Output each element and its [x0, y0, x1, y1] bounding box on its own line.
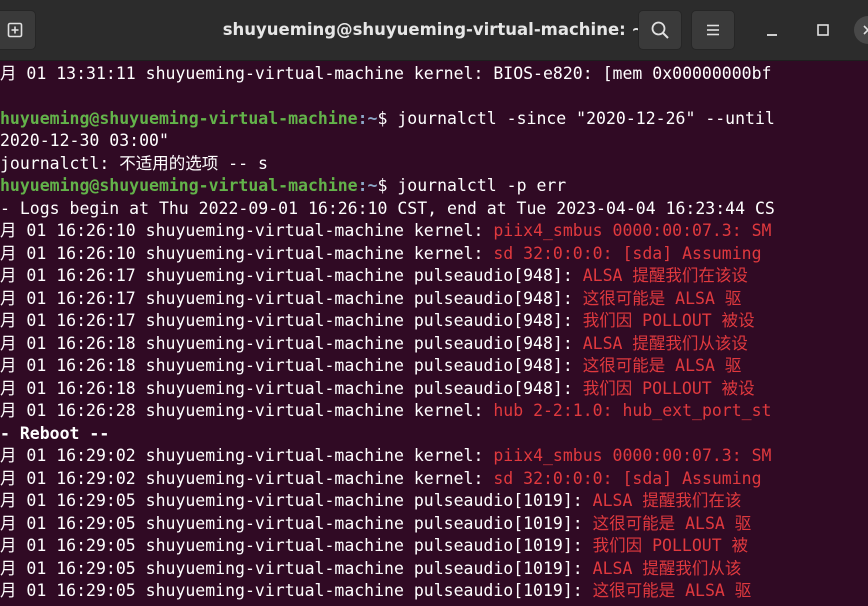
error-message: 我们因 POLLOUT 被设 — [582, 311, 755, 330]
terminal-line: 月 01 16:26:17 shuyueming-virtual-machine… — [0, 310, 755, 333]
line-text: 月 01 16:26:17 shuyueming-virtual-machine… — [0, 288, 583, 308]
terminal-line: 月 01 16:26:10 shuyueming-virtual-machine… — [0, 220, 771, 243]
line-text: 2020-12-30 03:00" — [0, 131, 169, 150]
terminal-output[interactable]: 月 01 13:31:11 shuyueming-virtual-machine… — [0, 61, 868, 606]
line-text: - Logs begin at Thu 2022-09-01 16:26:10 … — [0, 198, 775, 218]
error-message: 这很可能是 ALSA 驱 — [582, 288, 742, 308]
line-text: 月 01 16:29:02 shuyueming-virtual-machine… — [0, 446, 494, 465]
new-tab-button[interactable] — [0, 10, 36, 50]
line-text: $ journalctl -p err — [377, 176, 567, 195]
error-message: sd 32:0:0:0: [sda] Assuming — [493, 243, 762, 263]
line-text: 月 01 13:31:11 shuyueming-virtual-machine… — [0, 63, 772, 83]
prompt-path: :~ — [357, 176, 378, 195]
terminal-line: journalctl: 不适用的选项 -- s — [0, 153, 268, 176]
error-message: 我们因 POLLOUT 被设 — [582, 378, 755, 398]
terminal-line: 月 01 13:31:11 shuyueming-virtual-machine… — [0, 63, 771, 86]
line-text: $ journalctl -since "2020-12-26" --until — [377, 108, 775, 128]
terminal-window: shuyueming@shuyueming-virtual-machine: ~ — [0, 0, 868, 606]
terminal-line: 月 01 16:26:17 shuyueming-virtual-machine… — [0, 288, 741, 311]
terminal-line: 月 01 16:26:18 shuyueming-virtual-machine… — [0, 355, 741, 378]
terminal-line: 2020-12-30 03:00" — [0, 130, 169, 153]
terminal-line: 月 01 16:29:05 shuyueming-virtual-machine… — [0, 513, 751, 536]
line-text: 月 01 16:26:10 shuyueming-virtual-machine… — [0, 243, 494, 263]
terminal-line: 月 01 16:29:02 shuyueming-virtual-machine… — [0, 445, 771, 468]
error-message: piix4_smbus 0000:00:07.3: SM — [493, 446, 772, 465]
line-text: 月 01 16:29:02 shuyueming-virtual-machine… — [0, 468, 494, 488]
line-text: 月 01 16:29:05 shuyueming-virtual-machine… — [0, 491, 593, 510]
terminal-line: 月 01 16:26:28 shuyueming-virtual-machine… — [0, 400, 771, 423]
error-message: 这很可能是 ALSA 驱 — [592, 513, 752, 533]
terminal-line: - Reboot -- — [0, 423, 109, 446]
error-message: piix4_smbus 0000:00:07.3: SM — [493, 221, 772, 240]
new-tab-icon — [7, 22, 23, 38]
terminal-line: 月 01 16:29:05 shuyueming-virtual-machine… — [0, 490, 741, 513]
error-message: sd 32:0:0:0: [sda] Assuming — [493, 468, 762, 488]
terminal-line: 月 01 16:29:05 shuyueming-virtual-machine… — [0, 558, 741, 581]
error-message: 这很可能是 ALSA 驱 — [592, 581, 752, 600]
close-button[interactable] — [854, 16, 868, 44]
line-text: 月 01 16:26:18 shuyueming-virtual-machine… — [0, 356, 583, 375]
search-icon — [651, 21, 669, 39]
minimize-icon — [767, 34, 777, 36]
line-text: 月 01 16:26:17 shuyueming-virtual-machine… — [0, 311, 583, 330]
error-message: ALSA 提醒我们在该设 — [582, 266, 748, 285]
line-text: 月 01 16:29:05 shuyueming-virtual-machine… — [0, 513, 593, 533]
prompt-user: huyueming@shuyueming-virtual-machine — [0, 108, 358, 128]
menu-button[interactable] — [691, 10, 735, 50]
terminal-line: 月 01 16:26:18 shuyueming-virtual-machine… — [0, 333, 748, 356]
hamburger-menu-icon — [707, 24, 719, 36]
line-text: - Reboot -- — [0, 423, 110, 443]
line-text: 月 01 16:29:05 shuyueming-virtual-machine… — [0, 558, 593, 578]
terminal-line: huyueming@shuyueming-virtual-machine:~$ … — [0, 175, 566, 198]
window-title: shuyueming@shuyueming-virtual-machine: ~ — [222, 20, 646, 39]
prompt-user: huyueming@shuyueming-virtual-machine — [0, 176, 358, 195]
line-text: 月 01 16:26:17 shuyueming-virtual-machine… — [0, 266, 583, 285]
error-message: 我们因 POLLOUT 被 — [592, 536, 749, 555]
terminal-line: 月 01 16:29:05 shuyueming-virtual-machine… — [0, 535, 748, 558]
error-message: 这很可能是 ALSA 驱 — [582, 356, 742, 375]
terminal-line: 月 01 16:29:02 shuyueming-virtual-machine… — [0, 468, 762, 491]
error-message: ALSA 提醒我们从该设 — [582, 333, 748, 353]
error-message: ALSA 提醒我们从该 — [592, 558, 742, 578]
maximize-icon — [817, 24, 829, 36]
line-text: 月 01 16:26:18 shuyueming-virtual-machine… — [0, 333, 583, 353]
line-text: journalctl: 不适用的选项 -- s — [0, 153, 268, 173]
error-message: hub 2-2:1.0: hub_ext_port_st — [493, 401, 772, 420]
terminal-line: - Logs begin at Thu 2022-09-01 16:26:10 … — [0, 198, 775, 221]
terminal-line: 月 01 16:26:18 shuyueming-virtual-machine… — [0, 378, 755, 401]
line-text: 月 01 16:26:10 shuyueming-virtual-machine… — [0, 221, 494, 240]
line-text: 月 01 16:26:18 shuyueming-virtual-machine… — [0, 378, 583, 398]
terminal-line: 月 01 16:26:17 shuyueming-virtual-machine… — [0, 265, 748, 288]
line-text: 月 01 16:26:28 shuyueming-virtual-machine… — [0, 401, 494, 420]
close-icon — [863, 25, 868, 35]
terminal-line: huyueming@shuyueming-virtual-machine:~$ … — [0, 108, 775, 131]
line-text: 月 01 16:29:05 shuyueming-virtual-machine… — [0, 581, 593, 600]
terminal-line: 月 01 16:26:10 shuyueming-virtual-machine… — [0, 243, 762, 266]
minimize-button[interactable] — [758, 16, 786, 44]
line-text: 月 01 16:29:05 shuyueming-virtual-machine… — [0, 536, 593, 555]
error-message: ALSA 提醒我们在该 — [592, 491, 742, 510]
maximize-button[interactable] — [809, 16, 837, 44]
search-button[interactable] — [638, 10, 682, 50]
terminal-line: 月 01 16:29:05 shuyueming-virtual-machine… — [0, 580, 751, 603]
title-bar: shuyueming@shuyueming-virtual-machine: ~ — [0, 0, 868, 61]
prompt-path: :~ — [357, 108, 378, 128]
